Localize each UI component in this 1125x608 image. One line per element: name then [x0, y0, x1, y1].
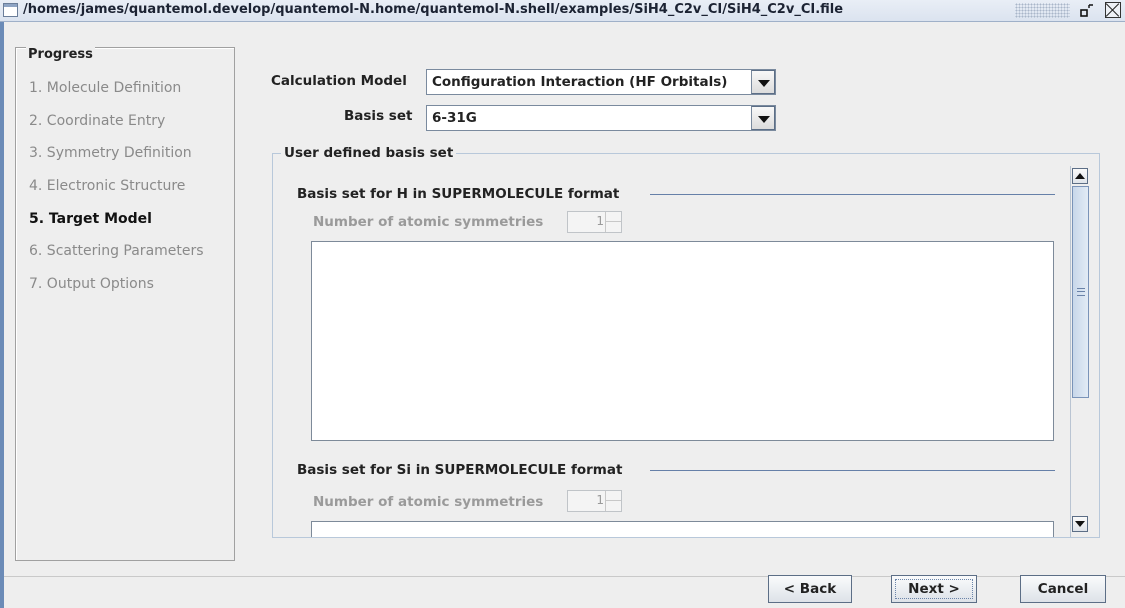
- window-title: /homes/james/quantemol.develop/quantemol…: [23, 2, 844, 17]
- cancel-button[interactable]: Cancel: [1020, 575, 1106, 603]
- next-button[interactable]: Next >: [891, 575, 977, 603]
- close-icon[interactable]: [1105, 2, 1121, 18]
- step-target-model: 5. Target Model: [29, 211, 152, 227]
- h-basis-section-title: Basis set for H in SUPERMOLECULE format: [297, 186, 628, 202]
- progress-title: Progress: [26, 47, 95, 62]
- step-electronic-structure: 4. Electronic Structure: [29, 178, 186, 194]
- spinner-arrows-icon: [605, 212, 621, 232]
- basis-set-select[interactable]: 6-31G: [426, 105, 776, 131]
- calc-model-select[interactable]: Configuration Interaction (HF Orbitals): [426, 69, 776, 95]
- h-basis-textarea[interactable]: [311, 241, 1054, 441]
- scrollbar-thumb[interactable]: [1072, 186, 1089, 398]
- si-basis-textarea[interactable]: [311, 521, 1054, 537]
- window-menu-icon[interactable]: [3, 3, 18, 17]
- si-num-symmetries-spinner: 1: [567, 490, 622, 512]
- focus-ring: [895, 579, 973, 599]
- h-num-symmetries-label: Number of atomic symmetries: [313, 214, 544, 230]
- spinner-arrows-icon: [605, 491, 621, 511]
- title-bar-grip: [1015, 3, 1070, 18]
- step-output-options: 7. Output Options: [29, 276, 154, 292]
- calc-model-value: Configuration Interaction (HF Orbitals): [432, 74, 728, 90]
- basis-set-value: 6-31G: [432, 110, 477, 126]
- si-num-symmetries-label: Number of atomic symmetries: [313, 494, 544, 510]
- step-molecule-definition: 1. Molecule Definition: [29, 80, 182, 96]
- user-basis-title: User defined basis set: [281, 145, 457, 161]
- grip-icon: [1077, 288, 1085, 296]
- minimize-icon[interactable]: [1078, 2, 1096, 19]
- basis-set-label: Basis set: [344, 108, 413, 124]
- si-num-symmetries-value: 1: [596, 493, 604, 507]
- scroll-down-icon[interactable]: [1072, 516, 1088, 532]
- section-divider: [650, 470, 1055, 471]
- h-num-symmetries-value: 1: [596, 214, 604, 228]
- h-num-symmetries-spinner: 1: [567, 211, 622, 233]
- chevron-down-icon[interactable]: [751, 106, 775, 130]
- title-bar[interactable]: /homes/james/quantemol.develop/quantemol…: [0, 0, 1125, 22]
- section-divider: [650, 194, 1055, 195]
- step-scattering-parameters: 6. Scattering Parameters: [29, 243, 204, 259]
- scroll-up-icon[interactable]: [1072, 168, 1088, 184]
- si-basis-section-title: Basis set for Si in SUPERMOLECULE format: [297, 462, 631, 478]
- back-button[interactable]: < Back: [768, 575, 852, 603]
- step-symmetry-definition: 3. Symmetry Definition: [29, 145, 192, 161]
- step-coordinate-entry: 2. Coordinate Entry: [29, 113, 166, 129]
- calc-model-label: Calculation Model: [271, 73, 407, 89]
- chevron-down-icon[interactable]: [751, 70, 775, 94]
